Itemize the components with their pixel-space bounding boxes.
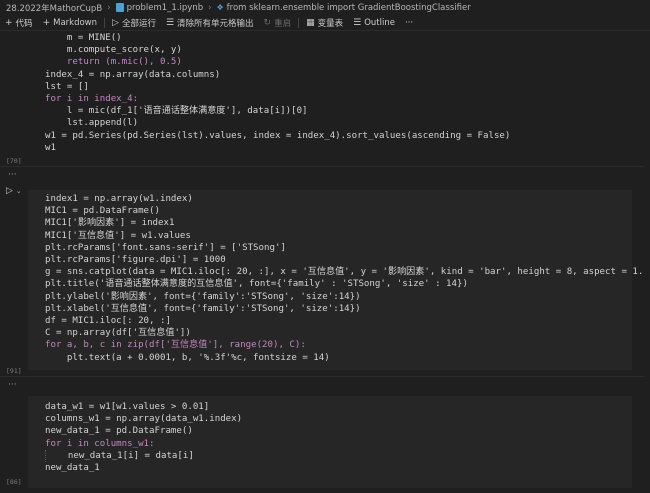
collapsed-output-ellipsis[interactable]: ··· — [8, 380, 17, 390]
code-line: MIC1['互信息值'] = w1.values — [45, 230, 191, 241]
breadcrumb-symbol[interactable]: from sklearn.ensemble import GradientBoo… — [227, 3, 471, 13]
clear-outputs-button[interactable]: ☰ 清除所有单元格输出 — [166, 17, 254, 29]
code-line: for a, b, c in zip(df['互信息值'], range(20)… — [45, 340, 306, 351]
breadcrumb-file[interactable]: problem1_1.ipynb — [127, 3, 204, 13]
chevron-down-icon[interactable]: ⌄ — [16, 187, 22, 195]
code-line: C = np.array(df['互信息值']) — [45, 328, 191, 339]
code-line: g = sns.catplot(data = MIC1.iloc[: 20, :… — [45, 267, 650, 278]
notebook-file-icon — [115, 3, 124, 12]
code-line: m = MINE() — [66, 33, 122, 43]
code-line: plt.text(a + 0.0001, b, '%.3f'%c, fontsi… — [66, 352, 330, 363]
plus-icon: + — [5, 17, 13, 28]
code-line: df = MIC1.iloc[: 20, :] — [45, 316, 171, 327]
collapsed-output-ellipsis[interactable]: ··· — [8, 170, 17, 180]
execution-count: [91] — [6, 367, 22, 375]
code-line: plt.rcParams['font.sans-serif'] = ['STSo… — [45, 242, 286, 253]
code-line: new_data_1 — [45, 463, 100, 474]
indent-guide — [45, 449, 68, 463]
chevron-right-icon: › — [208, 2, 212, 13]
execution-count: [86] — [6, 478, 22, 486]
run-all-button[interactable]: ▷ 全部运行 — [112, 17, 156, 29]
code-cell-3[interactable]: data_w1 = w1[w1.values > 0.01] columns_w1… — [28, 396, 632, 488]
run-all-label: 全部运行 — [121, 18, 156, 29]
list-icon: ☰ — [353, 17, 362, 28]
breadcrumb-folder[interactable]: 28.2022年MathorCupB — [6, 2, 102, 14]
restart-label: 重启 — [274, 18, 292, 29]
code-line: plt.xlabel('互信息值', font={'family':'STSon… — [45, 303, 361, 314]
clear-outputs-label: 清除所有单元格输出 — [177, 18, 254, 29]
add-code-label: 代码 — [15, 18, 33, 29]
code-line: w1 — [45, 142, 56, 153]
code-line: data_w1 = w1[w1.values > 0.01] — [45, 402, 210, 412]
restart-icon: ↻ — [263, 17, 272, 28]
clear-all-icon: ☰ — [165, 17, 175, 28]
code-line: w1 = pd.Series(pd.Series(lst).values, in… — [45, 130, 511, 141]
breadcrumb: 28.2022年MathorCupB › problem1_1.ipynb › … — [0, 0, 650, 15]
run-cell-button[interactable]: ▷ ⌄ — [6, 186, 22, 196]
outline-button[interactable]: ☰ Outline — [353, 18, 395, 28]
run-icon: ▷ — [6, 186, 13, 196]
variables-button[interactable]: ▦ 变量表 — [306, 17, 343, 29]
code-line: return (m.mic(), 0.5) — [66, 57, 182, 68]
restart-button[interactable]: ↻ 重启 — [264, 17, 292, 29]
code-line: MIC1['影响因素'] = index1 — [45, 218, 175, 229]
code-line: lst = [] — [45, 81, 89, 92]
cell-editor[interactable]: data_w1 = w1[w1.values > 0.01] columns_w1… — [28, 396, 632, 474]
code-line: MIC1 = pd.DataFrame() — [45, 206, 160, 217]
more-actions-button[interactable]: ··· — [405, 18, 413, 28]
code-line: columns_w1 = np.array(data_w1.index) — [45, 414, 243, 425]
cell-editor[interactable]: index1 = np.array(w1.index) MIC1 = pd.Dat… — [28, 190, 650, 364]
code-line: m.compute_score(x, y) — [66, 45, 182, 56]
code-line: l = mic(df_1['语音通话整体满意度'], data[i])[0] — [66, 106, 308, 117]
notebook-toolbar: + 代码 + Markdown ▷ 全部运行 ☰ 清除所有单元格输出 ↻ 重启 … — [0, 15, 650, 31]
code-line: plt.ylabel('影响因素', font={'family':'STSon… — [45, 291, 361, 302]
more-label: ··· — [404, 17, 414, 28]
python-symbol-icon: ❖ — [216, 3, 224, 12]
code-line: plt.title('语音通话整体满意度的互信息值', font={'famil… — [45, 279, 468, 290]
vertical-scrollbar[interactable] — [644, 32, 650, 493]
code-line: new_data_1[i] = data[i] — [45, 449, 632, 463]
add-code-button[interactable]: + 代码 — [5, 17, 33, 29]
outline-label: Outline — [364, 17, 395, 28]
execution-count: [70] — [6, 157, 22, 165]
code-line: for i in index_4: — [45, 94, 139, 105]
add-markdown-label: Markdown — [53, 17, 98, 28]
code-line: lst.append(l) — [66, 118, 139, 129]
cell-divider — [0, 166, 650, 167]
code-line: for i in columns_w1: — [45, 438, 155, 449]
cell-divider — [0, 376, 650, 377]
chevron-right-icon: › — [107, 2, 111, 13]
toolbar-divider — [298, 17, 300, 28]
plus-icon: + — [42, 17, 51, 28]
variables-label: 变量表 — [317, 18, 344, 29]
code-line: plt.rcParams['figure.dpi'] = 1000 — [45, 255, 226, 266]
table-icon: ▦ — [306, 17, 315, 28]
code-cell-1[interactable]: m = MINE() m.compute_score(x, y) return … — [28, 32, 632, 155]
cell-editor[interactable]: m = MINE() m.compute_score(x, y) return … — [28, 32, 632, 154]
code-line: new_data_1 = pd.DataFrame() — [45, 426, 193, 437]
code-line: index_4 = np.array(data.columns) — [45, 69, 221, 80]
code-cell-2[interactable]: index1 = np.array(w1.index) MIC1 = pd.Dat… — [28, 190, 650, 370]
run-all-icon: ▷ — [112, 17, 119, 28]
add-markdown-button[interactable]: + Markdown — [43, 18, 97, 28]
toolbar-divider — [104, 17, 106, 28]
code-line: index1 = np.array(w1.index) — [45, 194, 193, 204]
